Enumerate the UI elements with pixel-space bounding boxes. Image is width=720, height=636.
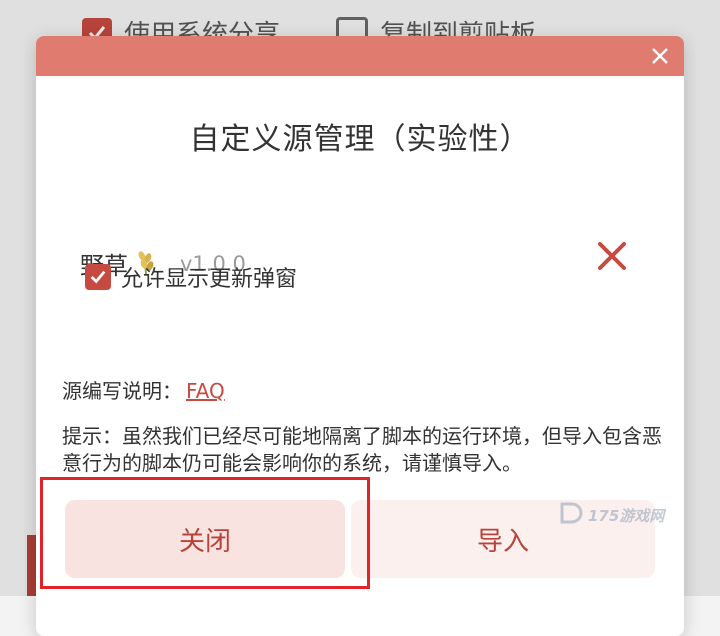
checkbox-checked-icon[interactable]: [85, 264, 111, 290]
close-icon[interactable]: [646, 42, 674, 70]
faq-link[interactable]: FAQ: [186, 379, 225, 403]
remove-source-icon[interactable]: [592, 236, 632, 276]
close-button[interactable]: 关闭: [65, 500, 345, 578]
dialog-title: 自定义源管理（实验性）: [189, 122, 531, 157]
allow-update-popup-toggle[interactable]: 允许显示更新弹窗: [85, 261, 297, 293]
watermark: 175游戏网: [558, 500, 664, 530]
guide-row: 源编写说明： FAQ: [62, 375, 225, 404]
watermark-text: 175游戏网: [588, 506, 665, 525]
guide-label: 源编写说明：: [62, 379, 182, 403]
watermark-logo-icon: [558, 500, 584, 530]
dialog-header: [36, 36, 684, 76]
security-notice: 提示：虽然我们已经尽可能地隔离了脚本的运行环境，但导入包含恶意行为的脚本仍可能会…: [62, 424, 662, 475]
allow-update-popup-label: 允许显示更新弹窗: [121, 267, 298, 292]
custom-source-dialog: 自定义源管理（实验性） 野草 v1.0.0 允许显示更新弹窗 源编写说明：FAQ…: [36, 36, 684, 636]
